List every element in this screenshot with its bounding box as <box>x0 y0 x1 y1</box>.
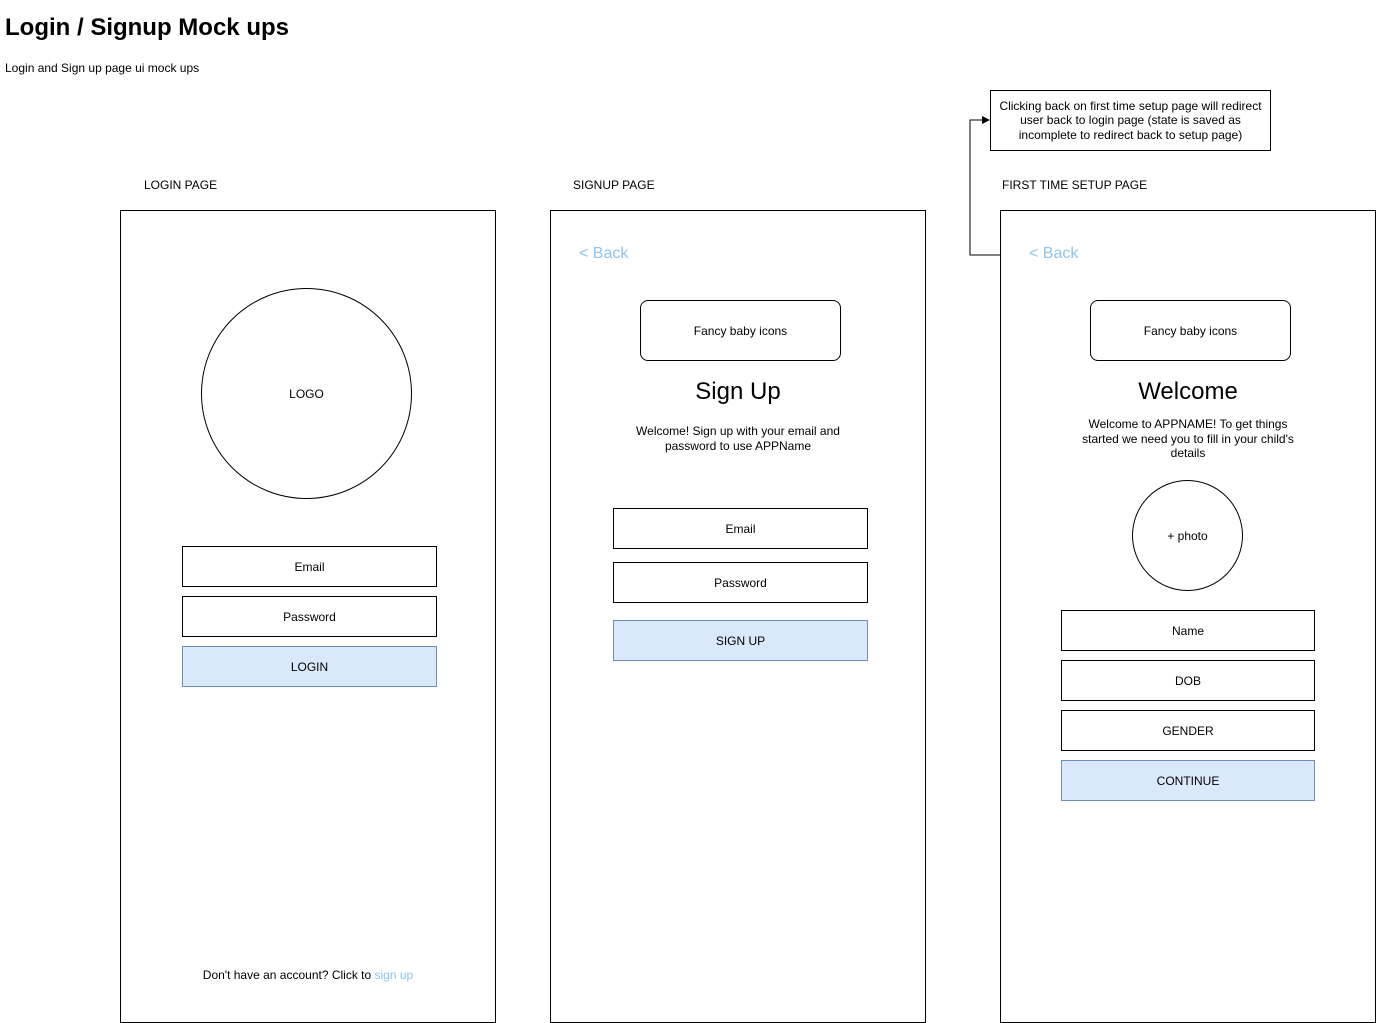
login-button[interactable]: LOGIN <box>182 646 437 687</box>
signup-icons-box: Fancy baby icons <box>640 300 841 361</box>
signup-heading: Sign Up <box>695 378 781 405</box>
signup-link[interactable]: sign up <box>375 968 414 982</box>
signup-prompt: Don't have an account? Click to sign up <box>120 968 496 982</box>
signup-button[interactable]: SIGN UP <box>613 620 868 661</box>
setup-gender-field[interactable]: GENDER <box>1061 710 1315 751</box>
signup-password-field[interactable]: Password <box>613 562 868 603</box>
setup-dob-field[interactable]: DOB <box>1061 660 1315 701</box>
login-page-label: LOGIN PAGE <box>144 178 218 192</box>
signup-back-link[interactable]: < Back <box>579 245 628 263</box>
setup-description: Welcome to APPNAME! To get things starte… <box>1082 417 1294 460</box>
signup-description: Welcome! Sign up with your email and pas… <box>636 424 840 453</box>
setup-name-field[interactable]: Name <box>1061 610 1315 651</box>
continue-button[interactable]: CONTINUE <box>1061 760 1315 801</box>
logo-circle: LOGO <box>201 288 412 499</box>
login-email-field[interactable]: Email <box>182 546 437 587</box>
add-photo-circle[interactable]: + photo <box>1132 480 1243 591</box>
setup-page-label: FIRST TIME SETUP PAGE <box>1002 178 1148 192</box>
setup-back-link[interactable]: < Back <box>1029 245 1078 263</box>
signup-prompt-text: Don't have an account? Click to <box>202 968 375 982</box>
signup-email-field[interactable]: Email <box>613 508 868 549</box>
login-password-field[interactable]: Password <box>182 596 437 637</box>
signup-page-label: SIGNUP PAGE <box>573 178 655 192</box>
setup-icons-box: Fancy baby icons <box>1090 300 1291 361</box>
setup-heading: Welcome <box>1138 378 1238 405</box>
